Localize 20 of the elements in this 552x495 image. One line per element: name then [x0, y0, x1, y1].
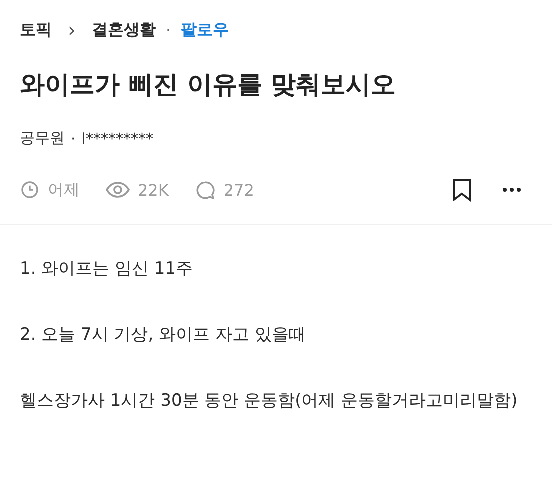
author-name: l********* [82, 130, 154, 148]
separator-dot: · [71, 130, 76, 148]
bookmark-button[interactable] [452, 178, 472, 202]
author-job: 공무원 [20, 129, 65, 148]
more-button[interactable] [502, 187, 522, 193]
post-paragraph: 헬스장가사 1시간 30분 동안 운동함(어제 운동할거라고미리말함) [20, 390, 519, 412]
chevron-icon: › [68, 18, 76, 42]
comment-count: 272 [224, 180, 254, 200]
post-paragraph: 2. 오늘 7시 기상, 와이프 자고 있을때 [20, 324, 307, 347]
post-paragraph: 1. 와이프는 임신 11주 [20, 258, 194, 281]
follow-link[interactable]: 팔로우 [181, 20, 230, 40]
category-link[interactable]: 결혼생활 [92, 20, 156, 40]
view-count: 22K [138, 180, 169, 200]
post-title: 와이프가 삐진 이유를 맞춰보시오 [20, 69, 398, 101]
separator-dot: · [166, 20, 172, 40]
eye-icon [106, 181, 130, 199]
topic-link[interactable]: 토픽 [20, 20, 52, 40]
comment-icon [194, 180, 216, 200]
post-time: 어제 [48, 180, 80, 200]
clock-icon [20, 180, 40, 200]
